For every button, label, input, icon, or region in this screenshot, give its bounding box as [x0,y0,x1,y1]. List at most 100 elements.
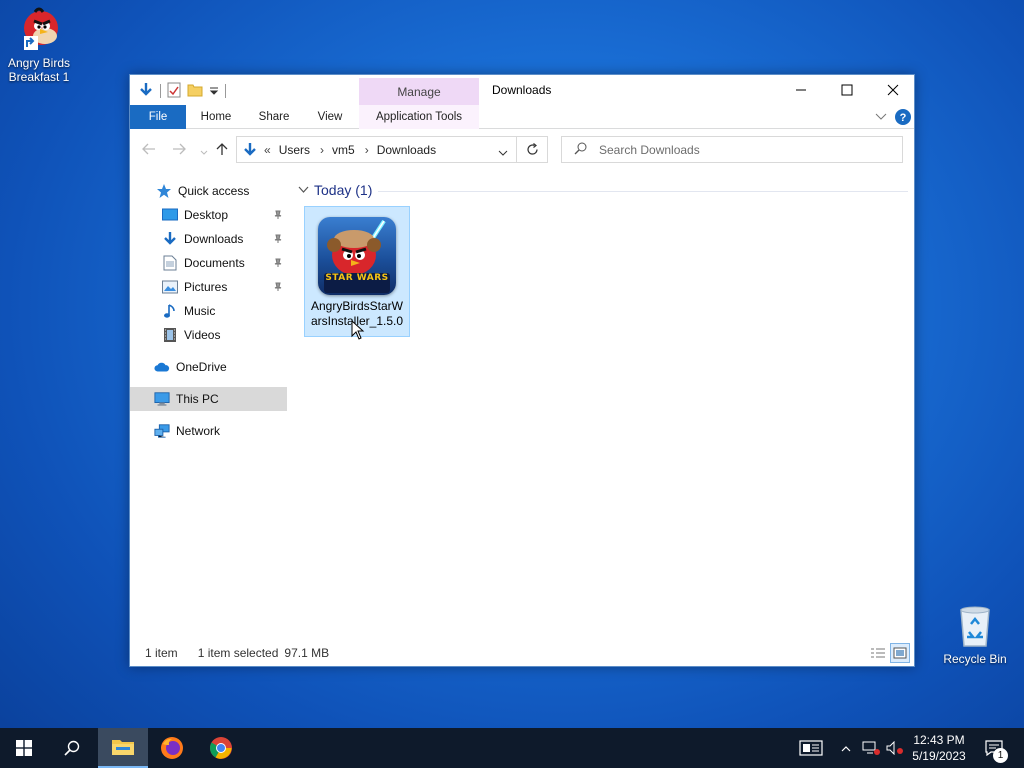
taskbar-firefox[interactable] [148,728,196,768]
recycle-bin-icon [951,602,999,650]
chrome-icon [210,737,232,759]
navigation-pane: Quick access Desktop Downloads Documents [130,179,287,639]
breadcrumb-downloads[interactable]: Downloads [377,143,436,157]
title-bar[interactable]: Manage Downloads [130,75,914,105]
tab-home[interactable]: Home [192,105,240,129]
desktop-icon-recycle-bin[interactable]: Recycle Bin [937,602,1013,666]
status-item-count: 1 item [145,646,178,660]
network-status-icon[interactable] [860,728,882,768]
cloud-icon [154,359,170,375]
firefox-icon [161,737,183,759]
download-arrow-icon [162,231,178,247]
breadcrumb-separator-icon[interactable]: › [320,143,324,157]
nav-item-documents[interactable]: Documents [130,251,287,275]
nav-item-pictures[interactable]: Pictures [130,275,287,299]
nav-item-desktop[interactable]: Desktop [130,203,287,227]
taskbar-file-explorer[interactable] [98,728,148,768]
news-and-interests-icon[interactable] [796,728,826,768]
nav-label: OneDrive [176,360,227,374]
properties-icon[interactable] [167,82,181,101]
group-divider [378,191,908,192]
status-bar: 1 item 1 item selected 97.1 MB [130,640,914,666]
forward-arrow-icon[interactable] [172,143,186,158]
status-selected: 1 item selected [197,646,279,660]
new-folder-icon[interactable] [187,82,203,101]
system-clock[interactable]: 12:43 PM 5/19/2023 [902,732,976,764]
close-icon [887,84,899,96]
tab-application-tools[interactable]: Application Tools [359,105,479,129]
maximize-icon [841,84,853,96]
breadcrumb-users[interactable]: Users [279,143,310,157]
show-hidden-icons-chevron-icon[interactable] [838,728,854,768]
nav-item-quick-access[interactable]: Quick access [130,179,287,203]
taskbar-chrome[interactable] [197,728,245,768]
network-icon [154,423,170,439]
group-header-today[interactable]: Today (1) [298,182,372,198]
file-item-installer[interactable]: STAR WARS AngryBirdsStarWarsInstaller_1.… [304,206,410,337]
address-dropdown-icon[interactable] [498,146,508,160]
nav-item-network[interactable]: Network [130,419,287,443]
address-bar[interactable]: « Users › vm5 › Downloads [236,136,517,163]
nav-item-downloads[interactable]: Downloads [130,227,287,251]
file-explorer-icon [112,740,134,755]
nav-label: Downloads [184,232,244,246]
pin-icon[interactable] [273,281,283,295]
nav-item-onedrive[interactable]: OneDrive [130,355,287,379]
pin-icon[interactable] [273,209,283,223]
desktop-icon-label: Recycle Bin [943,652,1007,666]
separator [225,84,226,98]
refresh-button[interactable] [517,136,548,163]
file-list-pane[interactable]: Today (1) STAR WARS AngryBirdsStarWarsIn… [288,175,914,635]
breadcrumb-separator-icon[interactable]: › [365,143,369,157]
documents-icon [162,255,178,271]
videos-icon [162,327,178,343]
nav-item-videos[interactable]: Videos [130,323,287,347]
pin-icon[interactable] [273,257,283,271]
clock-date: 5/19/2023 [912,749,966,763]
minimize-button[interactable] [778,75,824,105]
search-box[interactable] [561,136,903,163]
maximize-button[interactable] [824,75,870,105]
separator [160,84,161,98]
search-button[interactable] [48,728,96,768]
breadcrumb-vm5[interactable]: vm5 [332,143,355,157]
view-switcher [868,643,910,663]
tab-manage[interactable]: Manage [359,78,479,105]
pin-icon[interactable] [273,233,283,247]
details-view-button[interactable] [868,643,888,663]
large-icons-view-button[interactable] [890,643,910,663]
help-icon[interactable]: ? [895,109,911,128]
search-icon [64,740,80,756]
ribbon-tabs: File Home Share View Application Tools ? [130,105,914,129]
computer-icon [154,391,170,407]
tab-view[interactable]: View [306,105,354,129]
windows-logo-icon [16,740,32,756]
tab-file[interactable]: File [130,105,186,129]
nav-label: Desktop [184,208,229,222]
back-arrow-icon[interactable] [142,143,156,158]
desktop-icon-label: Angry Birds Breakfast 1 [7,56,71,84]
mouse-pointer-icon [351,319,365,343]
search-input[interactable] [599,142,889,157]
search-icon [574,142,587,158]
angry-birds-star-wars-app-icon: STAR WARS [318,217,396,295]
expand-ribbon-icon[interactable] [875,111,887,125]
navigation-bar: « Users › vm5 › Downloads [130,129,914,169]
nav-label: Quick access [178,184,250,198]
breadcrumb-overflow[interactable]: « [264,143,271,157]
tab-share[interactable]: Share [248,105,300,129]
window-title: Downloads [492,83,552,97]
start-button[interactable] [0,728,48,768]
close-button[interactable] [870,75,916,105]
nav-item-this-pc[interactable]: This PC [130,387,287,411]
customize-qat-icon[interactable] [209,84,219,98]
desktop-icon [162,207,178,223]
desktop-icon-angry-birds[interactable]: Angry Birds Breakfast 1 [1,6,77,84]
nav-item-music[interactable]: Music [130,299,287,323]
group-header-label: Today (1) [314,182,373,198]
music-note-icon [162,303,178,319]
recent-locations-icon[interactable] [200,145,208,159]
up-arrow-icon[interactable] [216,142,228,159]
minimize-icon [796,89,806,91]
action-center-button[interactable]: 1 [980,728,1008,768]
